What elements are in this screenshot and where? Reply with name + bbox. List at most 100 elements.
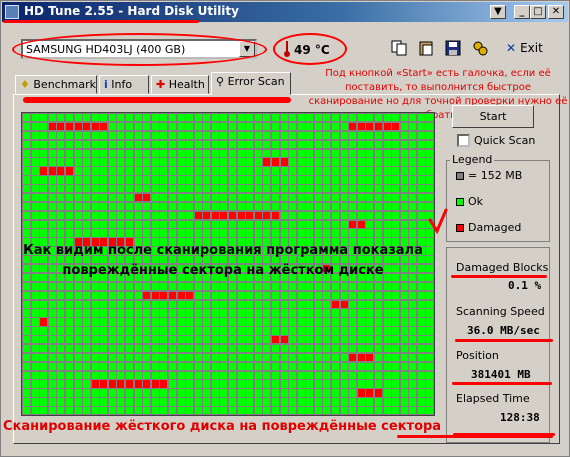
- scan-block-ok: [177, 380, 185, 388]
- scan-block-ok: [117, 291, 125, 300]
- scan-block-ok: [177, 149, 185, 157]
- title-bar[interactable]: HD Tune 2.55 - Hard Disk Utility ▼ _ □ ✕: [2, 2, 568, 22]
- scan-block-ok: [349, 158, 357, 166]
- position-annotation-underline: [452, 382, 552, 385]
- scan-block-ok: [409, 344, 417, 353]
- scan-block-ok: [151, 149, 159, 157]
- scan-block-ok: [417, 300, 425, 308]
- scan-block-ok: [211, 407, 219, 415]
- scan-block-damaged: [100, 380, 108, 388]
- scan-block-ok: [194, 380, 202, 388]
- scan-block-ok: [65, 353, 73, 362]
- maximize-button[interactable]: □: [530, 5, 546, 19]
- scan-block-ok: [186, 318, 194, 326]
- scan-block-ok: [31, 362, 39, 371]
- scan-block-ok: [254, 176, 262, 184]
- scan-block-ok: [400, 291, 408, 300]
- scan-block-ok: [246, 176, 254, 184]
- scan-block-ok: [297, 149, 305, 157]
- scan-block-ok: [400, 398, 408, 406]
- close-button[interactable]: ✕: [548, 5, 564, 19]
- tab-info[interactable]: i Info: [99, 75, 149, 94]
- scan-block-ok: [151, 229, 159, 237]
- options-icon[interactable]: [471, 39, 489, 57]
- scan-block-ok: [57, 185, 65, 193]
- scan-block-ok: [168, 220, 176, 228]
- scan-block-ok: [57, 371, 65, 379]
- tab-error-scan[interactable]: ⚲ Error Scan: [211, 72, 291, 95]
- scan-block-ok: [229, 389, 237, 397]
- scan-block-ok: [143, 114, 151, 122]
- scan-block-ok: [417, 318, 425, 326]
- scan-block-ok: [40, 282, 48, 291]
- scan-block-ok: [297, 318, 305, 326]
- scan-block-ok: [177, 220, 185, 228]
- scan-block-ok: [23, 327, 31, 335]
- scan-block-ok: [48, 158, 56, 166]
- scan-block-ok: [349, 131, 357, 140]
- scan-block-ok: [392, 282, 400, 291]
- save-icon[interactable]: [444, 39, 462, 57]
- scan-block-ok: [108, 318, 116, 326]
- scan-block-ok: [117, 344, 125, 353]
- scan-block-ok: [392, 140, 400, 149]
- scan-block-ok: [65, 211, 73, 220]
- scan-block-ok: [31, 291, 39, 300]
- scan-block-ok: [349, 389, 357, 397]
- scan-block-ok: [31, 176, 39, 184]
- scan-block-ok: [314, 380, 322, 388]
- scan-block-ok: [186, 389, 194, 397]
- tab-benchmark[interactable]: ♦ Benchmark: [15, 75, 97, 94]
- scan-block-ok: [409, 336, 417, 344]
- copy-icon[interactable]: [390, 39, 408, 57]
- scan-block-ok: [143, 371, 151, 379]
- scan-block-ok: [409, 176, 417, 184]
- scan-block-ok: [134, 185, 142, 193]
- scan-block-ok: [31, 371, 39, 379]
- scan-block-ok: [426, 193, 434, 202]
- menu-button[interactable]: ▼: [490, 5, 506, 19]
- scan-block-ok: [383, 220, 391, 228]
- scan-block-ok: [349, 371, 357, 379]
- minimize-button[interactable]: _: [514, 5, 530, 19]
- scan-block-ok: [83, 309, 91, 317]
- scan-block-ok: [100, 193, 108, 202]
- scan-block-ok: [400, 185, 408, 193]
- scan-block-damaged: [246, 211, 254, 220]
- scan-block-ok: [211, 327, 219, 335]
- scan-block-ok: [417, 336, 425, 344]
- scan-block-ok: [246, 193, 254, 202]
- paste-icon[interactable]: [417, 39, 435, 57]
- scan-block-ok: [194, 176, 202, 184]
- tab-health[interactable]: ✚ Health: [151, 75, 209, 94]
- scan-block-ok: [151, 318, 159, 326]
- scan-block-ok: [160, 398, 168, 406]
- scan-block-ok: [203, 122, 211, 131]
- scan-block-damaged: [48, 167, 56, 175]
- scan-block-ok: [57, 344, 65, 353]
- quick-scan-checkbox[interactable]: [457, 134, 470, 147]
- scan-block-ok: [203, 282, 211, 291]
- scan-block-ok: [211, 167, 219, 175]
- scan-block-ok: [151, 353, 159, 362]
- scan-block-ok: [203, 380, 211, 388]
- caption-line-1: Как видим после сканирования программа п…: [23, 243, 423, 258]
- scan-block-ok: [357, 176, 365, 184]
- scan-block-ok: [306, 176, 314, 184]
- scan-block-ok: [237, 131, 245, 140]
- scan-block-ok: [254, 282, 262, 291]
- scan-block-ok: [392, 158, 400, 166]
- scan-block-damaged: [254, 211, 262, 220]
- scan-block-ok: [254, 389, 262, 397]
- scan-block-ok: [314, 202, 322, 211]
- scan-block-ok: [426, 282, 434, 291]
- scan-block-ok: [143, 318, 151, 326]
- scan-block-ok: [31, 407, 39, 415]
- scan-block-ok: [271, 131, 279, 140]
- scan-block-ok: [31, 202, 39, 211]
- exit-button[interactable]: ✕ Exit: [506, 41, 543, 55]
- start-button[interactable]: Start: [452, 105, 534, 128]
- scan-block-ok: [314, 149, 322, 157]
- scan-block-ok: [134, 336, 142, 344]
- scan-block-ok: [220, 300, 228, 308]
